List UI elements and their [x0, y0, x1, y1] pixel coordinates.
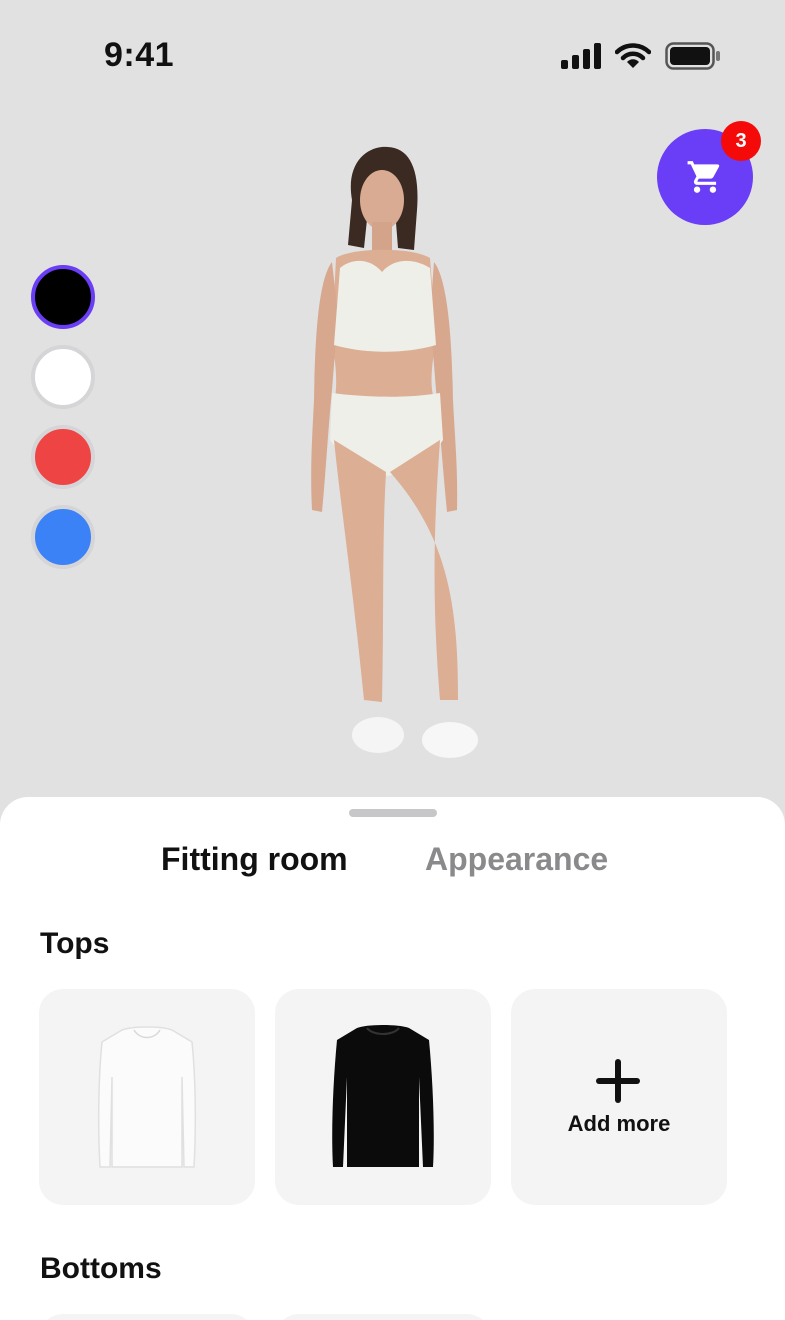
black-shirt-image	[332, 1025, 434, 1167]
color-swatch-blue[interactable]	[31, 505, 95, 569]
plus-icon	[596, 1059, 640, 1103]
color-swatch-red[interactable]	[31, 425, 95, 489]
tab-appearance[interactable]: Appearance	[425, 841, 608, 878]
bottom-sheet: Fitting room Appearance Tops Add more Bo…	[0, 797, 785, 1320]
sheet-drag-handle[interactable]	[349, 809, 437, 817]
add-more-tops-button[interactable]: Add more	[511, 989, 727, 1205]
color-swatch-list	[31, 265, 95, 585]
add-more-label: Add more	[567, 1111, 671, 1136]
tab-bar: Fitting room Appearance	[0, 841, 785, 881]
section-title-tops: Tops	[40, 927, 110, 960]
wifi-icon	[615, 43, 651, 68]
color-swatch-white[interactable]	[31, 345, 95, 409]
white-shirt-image	[97, 1026, 197, 1168]
status-icons	[561, 42, 721, 70]
color-swatch-black[interactable]	[31, 265, 95, 329]
model-figure	[311, 146, 478, 758]
status-time: 9:41	[104, 36, 175, 74]
tab-fitting-room[interactable]: Fitting room	[161, 841, 348, 878]
section-title-bottoms: Bottoms	[40, 1252, 162, 1285]
cart-icon	[687, 161, 720, 193]
bottom-item[interactable]	[275, 1314, 491, 1320]
battery-icon	[665, 42, 720, 70]
signal-icon	[561, 43, 601, 69]
top-item-white[interactable]	[39, 989, 255, 1205]
bottom-item[interactable]	[39, 1314, 255, 1320]
cart-count-badge: 3	[721, 121, 761, 161]
top-item-black[interactable]	[275, 989, 491, 1205]
fitting-room-stage: 9:41 3	[0, 0, 785, 820]
status-bar: 9:41	[0, 0, 785, 110]
